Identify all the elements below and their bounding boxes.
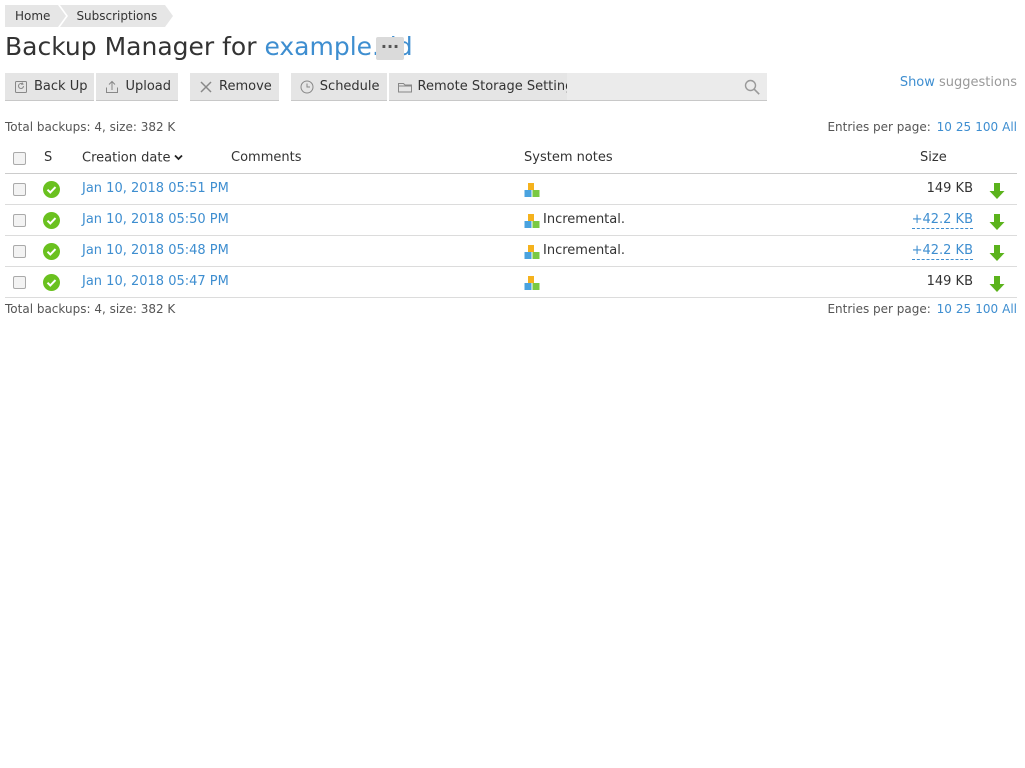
entries-all-link[interactable]: All [1002,302,1017,316]
table-row: Jan 10, 2018 05:51 PM 149 KB [5,174,1017,205]
entries-per-page-label: Entries per page: [827,302,931,316]
schedule-button[interactable]: Schedule [290,73,387,101]
row-checkbox[interactable] [13,214,26,227]
settings-button-group: Schedule Remote Storage Settings [290,73,589,101]
breadcrumb: Home Subscriptions [5,5,174,27]
remove-button-group: Remove [190,73,281,101]
breadcrumb-home[interactable]: Home [5,5,67,27]
page-title-prefix: Backup Manager for [5,32,265,61]
backup-date-link[interactable]: Jan 10, 2018 05:47 PM [82,267,229,297]
entries-100-link[interactable]: 100 [975,302,998,316]
backup-date-link[interactable]: Jan 10, 2018 05:48 PM [82,236,229,266]
table-row: Jan 10, 2018 05:50 PM Incremental. +42.2… [5,205,1017,236]
entries-10-link[interactable]: 10 [937,120,952,134]
search-icon[interactable] [743,78,761,96]
column-status: S [44,150,53,165]
entries-100-link[interactable]: 100 [975,120,998,134]
backup-size-link[interactable]: +42.2 KB [911,205,973,235]
entries-10-link[interactable]: 10 [937,302,952,316]
toolbar: Back Up Upload Remove Schedule Remote St… [5,73,599,101]
suggestions-label: suggestions [934,75,1017,90]
entries-25-link[interactable]: 25 [956,120,971,134]
row-checkbox[interactable] [13,183,26,196]
table-row: Jan 10, 2018 05:48 PM Incremental. +42.2… [5,236,1017,267]
back-up-button[interactable]: Back Up [5,73,95,101]
backup-content-icon [524,182,540,198]
column-creation-date-label: Creation date [82,150,171,166]
backup-date-text[interactable]: Jan 10, 2018 05:50 PM [82,212,229,227]
download-icon[interactable] [989,243,1005,261]
success-icon [43,274,60,291]
backup-size: 149 KB [926,181,973,196]
row-checkbox[interactable] [13,276,26,289]
backup-size-link[interactable]: +42.2 KB [911,236,973,266]
total-backups-bottom: Total backups: 4, size: 382 K [5,302,176,316]
system-note-text: Incremental. [543,243,625,258]
breadcrumb-subscriptions[interactable]: Subscriptions [60,5,174,27]
row-checkbox[interactable] [13,245,26,258]
entries-all-link[interactable]: All [1002,120,1017,134]
success-icon [43,243,60,260]
back-up-label: Back Up [34,79,88,94]
success-icon [43,212,60,229]
upload-label: Upload [125,79,172,94]
schedule-label: Schedule [319,79,380,94]
backup-content-icon [524,213,540,229]
download-icon[interactable] [989,212,1005,230]
entries-25-link[interactable]: 25 [956,302,971,316]
backup-button-group: Back Up Upload [5,73,180,101]
suggestions-toggle: Show suggestions [900,75,1017,90]
backup-date-text[interactable]: Jan 10, 2018 05:47 PM [82,274,229,289]
column-creation-date[interactable]: Creation date [82,143,184,173]
backup-size-text[interactable]: +42.2 KB [911,243,973,260]
clock-icon [299,79,315,95]
more-actions-button[interactable]: ··· [376,37,404,60]
upload-button[interactable]: Upload [96,73,179,101]
search-input[interactable] [567,73,749,99]
backup-date-text[interactable]: Jan 10, 2018 05:48 PM [82,243,229,258]
page-title: Backup Manager for example.tld [5,31,413,63]
column-size: Size [920,150,947,165]
backup-date-text[interactable]: Jan 10, 2018 05:51 PM [82,181,229,196]
remove-label: Remove [219,79,272,94]
remote-storage-settings-button[interactable]: Remote Storage Settings [388,73,588,101]
column-system-notes: System notes [524,150,613,165]
download-icon[interactable] [989,181,1005,199]
backups-table: S Creation date Comments System notes Si… [5,143,1017,298]
download-icon[interactable] [989,274,1005,292]
success-icon [43,181,60,198]
sort-desc-icon [174,143,184,173]
remote-storage-settings-label: Remote Storage Settings [417,79,581,94]
total-backups-top: Total backups: 4, size: 382 K [5,120,176,134]
backup-content-icon [524,275,540,291]
backup-date-link[interactable]: Jan 10, 2018 05:50 PM [82,205,229,235]
remove-button[interactable]: Remove [190,73,279,101]
upload-icon [104,79,120,95]
backup-size-text[interactable]: +42.2 KB [911,212,973,229]
backup-size: 149 KB [926,274,973,289]
entries-per-page-label: Entries per page: [827,120,931,134]
backup-date-link[interactable]: Jan 10, 2018 05:51 PM [82,174,229,204]
table-header: S Creation date Comments System notes Si… [5,143,1017,174]
column-comments: Comments [231,150,302,165]
remove-icon [198,79,214,95]
search-box [567,73,767,101]
backup-content-icon [524,244,540,260]
select-all-checkbox[interactable] [13,152,26,165]
system-note-text: Incremental. [543,212,625,227]
show-suggestions-link[interactable]: Show [900,75,935,90]
entries-per-page-bottom: Entries per page: 10 25 100 All [827,302,1017,316]
back-up-icon [13,79,29,95]
folder-icon [397,79,413,95]
entries-per-page-top: Entries per page: 10 25 100 All [827,120,1017,134]
table-row: Jan 10, 2018 05:47 PM 149 KB [5,267,1017,298]
